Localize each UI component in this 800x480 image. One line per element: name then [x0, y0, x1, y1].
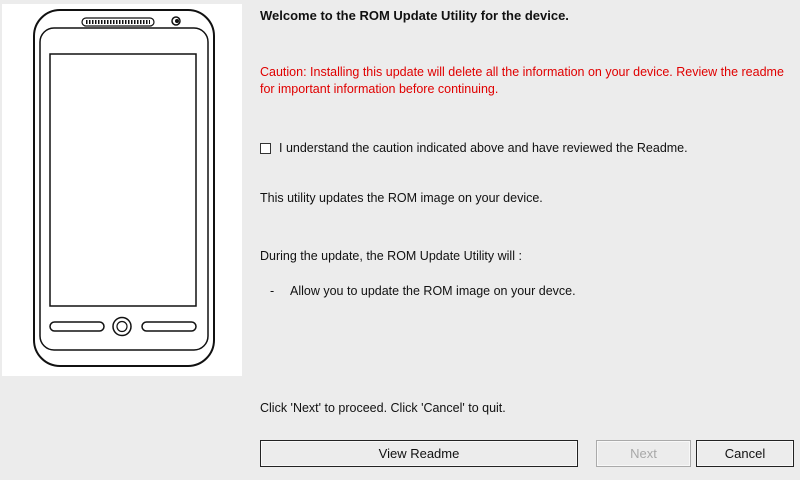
cancel-button[interactable]: Cancel: [696, 440, 794, 467]
view-readme-button[interactable]: View Readme: [260, 440, 578, 467]
proceed-instructions: Click 'Next' to proceed. Click 'Cancel' …: [260, 401, 506, 415]
device-illustration-panel: [2, 4, 242, 376]
acknowledge-label: I understand the caution indicated above…: [279, 141, 688, 155]
list-item: - Allow you to update the ROM image on y…: [270, 284, 576, 298]
during-update-text: During the update, the ROM Update Utilit…: [260, 249, 522, 263]
caution-message: Caution: Installing this update will del…: [260, 65, 784, 96]
bullet-text: Allow you to update the ROM image on you…: [290, 284, 576, 298]
welcome-heading: Welcome to the ROM Update Utility for th…: [260, 8, 569, 23]
bullet-dash: -: [270, 284, 275, 298]
acknowledge-checkbox-row[interactable]: I understand the caution indicated above…: [260, 141, 688, 155]
utility-description: This utility updates the ROM image on yo…: [260, 191, 543, 205]
phone-illustration-icon: [33, 9, 215, 367]
next-button[interactable]: Next: [596, 440, 691, 467]
acknowledge-checkbox[interactable]: [260, 142, 271, 154]
